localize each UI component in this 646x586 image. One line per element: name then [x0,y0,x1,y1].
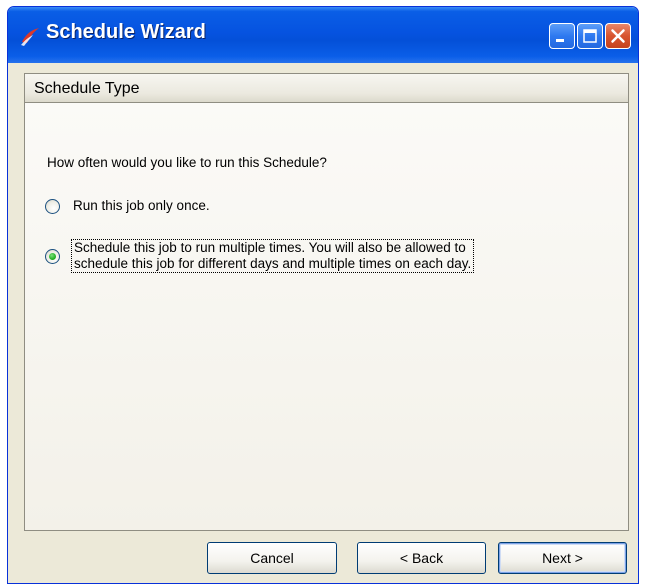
cancel-button[interactable]: Cancel [207,542,337,574]
next-button[interactable]: Next > [498,542,627,574]
back-button[interactable]: < Back [357,542,486,574]
run-once-label[interactable]: Run this job only once. [73,198,210,214]
run-multiple-label-line1: Schedule this job to run multiple times.… [74,240,466,255]
minimize-icon [556,39,564,42]
title-bar[interactable]: Schedule Wizard [8,7,638,63]
maximize-icon [583,29,597,43]
run-multiple-radio[interactable] [45,249,60,264]
maximize-button[interactable] [577,23,603,49]
run-multiple-label-line2: schedule this job for different days and… [74,256,472,271]
app-logo-icon [21,28,39,46]
window-title: Schedule Wizard [46,21,206,43]
run-multiple-label[interactable]: Schedule this job to run multiple times.… [71,239,475,273]
wizard-content-panel: How often would you like to run this Sch… [24,103,629,531]
minimize-button[interactable] [549,23,575,49]
step-title: Schedule Type [34,80,140,97]
step-header: Schedule Type [24,73,629,103]
schedule-wizard-window: Schedule Wizard Schedule Type How often … [7,6,639,584]
close-button[interactable] [605,23,631,49]
close-icon [611,29,625,43]
run-once-radio[interactable] [45,199,60,214]
frequency-question: How often would you like to run this Sch… [47,155,327,170]
